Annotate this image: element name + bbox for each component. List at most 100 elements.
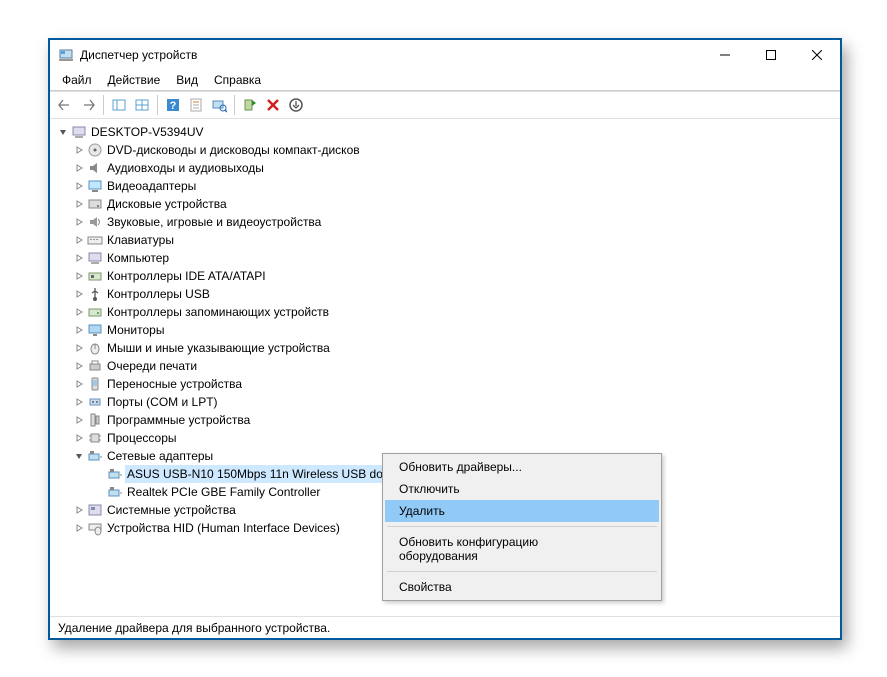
device-category-icon <box>87 412 103 428</box>
menu-action[interactable]: Действие <box>100 71 169 89</box>
chevron-right-icon[interactable] <box>72 362 86 370</box>
tree-category[interactable]: Мониторы <box>56 321 840 339</box>
chevron-down-icon[interactable] <box>72 452 86 460</box>
tree-device-label: ASUS USB-N10 150Mbps 11n Wireless USB do <box>125 465 385 483</box>
tree-category-label: Программные устройства <box>105 411 252 429</box>
window-frame: Диспетчер устройств Файл Действие Вид Сп… <box>48 38 842 640</box>
toolbar: ? <box>50 91 840 119</box>
tree-category-label: Устройства HID (Human Interface Devices) <box>105 519 342 537</box>
chevron-right-icon[interactable] <box>72 524 86 532</box>
window-title: Диспетчер устройств <box>80 48 197 62</box>
chevron-right-icon[interactable] <box>72 308 86 316</box>
close-button[interactable] <box>794 40 840 70</box>
maximize-button[interactable] <box>748 40 794 70</box>
toolbar-panel-icon[interactable] <box>108 94 130 116</box>
menu-help[interactable]: Справка <box>206 71 269 89</box>
chevron-right-icon[interactable] <box>72 416 86 424</box>
tree-category[interactable]: Контроллеры USB <box>56 285 840 303</box>
chevron-right-icon[interactable] <box>72 182 86 190</box>
menu-file[interactable]: Файл <box>54 71 100 89</box>
toolbar-back-icon[interactable] <box>54 94 76 116</box>
tree-category[interactable]: Дисковые устройства <box>56 195 840 213</box>
chevron-right-icon[interactable] <box>72 344 86 352</box>
tree-category[interactable]: Компьютер <box>56 249 840 267</box>
tree-category-label: Звуковые, игровые и видеоустройства <box>105 213 323 231</box>
chevron-right-icon[interactable] <box>72 200 86 208</box>
minimize-button[interactable] <box>702 40 748 70</box>
statusbar-text: Удаление драйвера для выбранного устройс… <box>58 621 330 635</box>
chevron-right-icon[interactable] <box>72 380 86 388</box>
toolbar-grid-icon[interactable] <box>131 94 153 116</box>
toolbar-help-icon[interactable]: ? <box>162 94 184 116</box>
tree-category[interactable]: Контроллеры запоминающих устройств <box>56 303 840 321</box>
context-menu: Обновить драйверы... Отключить Удалить О… <box>382 453 662 601</box>
toolbar-scan-icon[interactable] <box>208 94 230 116</box>
computer-icon <box>71 124 87 140</box>
ctx-disable[interactable]: Отключить <box>385 478 659 500</box>
tree-category-label: Очереди печати <box>105 357 199 375</box>
tree-category[interactable]: Мыши и иные указывающие устройства <box>56 339 840 357</box>
tree-category[interactable]: DVD-дисководы и дисководы компакт-дисков <box>56 141 840 159</box>
chevron-right-icon[interactable] <box>72 434 86 442</box>
ctx-scan-hardware[interactable]: Обновить конфигурацию оборудования <box>385 531 659 567</box>
tree-category-label: Переносные устройства <box>105 375 244 393</box>
device-category-icon <box>87 268 103 284</box>
tree-category-label: Клавиатуры <box>105 231 176 249</box>
toolbar-enable-icon[interactable] <box>239 94 261 116</box>
device-category-icon <box>87 340 103 356</box>
toolbar-properties-icon[interactable] <box>185 94 207 116</box>
ctx-update-drivers[interactable]: Обновить драйверы... <box>385 456 659 478</box>
device-category-icon <box>87 250 103 266</box>
device-category-icon <box>87 430 103 446</box>
device-category-icon <box>87 322 103 338</box>
tree-category[interactable]: Процессоры <box>56 429 840 447</box>
chevron-right-icon[interactable] <box>72 254 86 262</box>
chevron-right-icon[interactable] <box>72 164 86 172</box>
toolbar-update-icon[interactable] <box>285 94 307 116</box>
tree-category-label: Аудиовходы и аудиовыходы <box>105 159 266 177</box>
network-adapter-icon <box>87 448 103 464</box>
ctx-properties[interactable]: Свойства <box>385 576 659 598</box>
tree-category[interactable]: Аудиовходы и аудиовыходы <box>56 159 840 177</box>
tree-category-label: Дисковые устройства <box>105 195 229 213</box>
tree-category[interactable]: Очереди печати <box>56 357 840 375</box>
chevron-right-icon[interactable] <box>72 326 86 334</box>
tree-category[interactable]: Порты (COM и LPT) <box>56 393 840 411</box>
ctx-separator <box>387 526 657 527</box>
chevron-right-icon[interactable] <box>72 146 86 154</box>
chevron-right-icon[interactable] <box>72 236 86 244</box>
tree-category[interactable]: Программные устройства <box>56 411 840 429</box>
tree-category-label: Контроллеры USB <box>105 285 212 303</box>
toolbar-uninstall-icon[interactable] <box>262 94 284 116</box>
device-category-icon <box>87 178 103 194</box>
tree-category[interactable]: Звуковые, игровые и видеоустройства <box>56 213 840 231</box>
chevron-right-icon[interactable] <box>72 272 86 280</box>
tree-category[interactable]: Переносные устройства <box>56 375 840 393</box>
device-category-icon <box>87 232 103 248</box>
titlebar: Диспетчер устройств <box>50 40 840 70</box>
chevron-right-icon[interactable] <box>72 218 86 226</box>
tree-category-label: Сетевые адаптеры <box>105 447 215 465</box>
toolbar-forward-icon[interactable] <box>77 94 99 116</box>
chevron-down-icon[interactable] <box>56 128 70 136</box>
device-category-icon <box>87 394 103 410</box>
tree-root-label: DESKTOP-V5394UV <box>89 123 206 141</box>
chevron-right-icon[interactable] <box>72 398 86 406</box>
device-category-icon <box>87 304 103 320</box>
network-adapter-icon <box>107 484 123 500</box>
tree-category-label: Контроллеры запоминающих устройств <box>105 303 331 321</box>
device-category-icon <box>87 214 103 230</box>
tree-category[interactable]: Видеоадаптеры <box>56 177 840 195</box>
ctx-separator <box>387 571 657 572</box>
device-tree[interactable]: DESKTOP-V5394UV DVD-дисководы и дисковод… <box>50 119 840 616</box>
device-category-icon <box>87 502 103 518</box>
menu-view[interactable]: Вид <box>168 71 206 89</box>
ctx-uninstall[interactable]: Удалить <box>385 500 659 522</box>
tree-category[interactable]: Клавиатуры <box>56 231 840 249</box>
tree-category[interactable]: Контроллеры IDE ATA/ATAPI <box>56 267 840 285</box>
tree-root[interactable]: DESKTOP-V5394UV <box>56 123 840 141</box>
chevron-right-icon[interactable] <box>72 506 86 514</box>
tree-category-label: Системные устройства <box>105 501 238 519</box>
tree-category-label: Компьютер <box>105 249 171 267</box>
chevron-right-icon[interactable] <box>72 290 86 298</box>
